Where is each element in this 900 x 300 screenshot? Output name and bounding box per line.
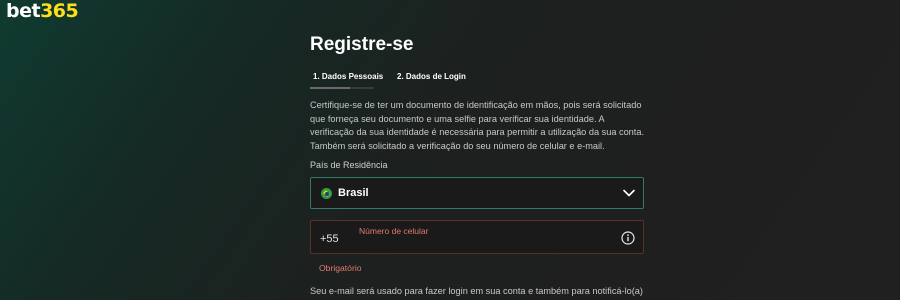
step-personal-data: 1. Dados Pessoais — [313, 72, 384, 81]
page-title: Registre-se — [310, 34, 414, 55]
logo-text-bet: bet — [6, 0, 41, 22]
step-progress-bar — [310, 87, 374, 89]
email-info-text: Seu e-mail será usado para fazer login e… — [310, 286, 643, 300]
logo-text-365: 365 — [40, 0, 79, 22]
identity-info-text: Certifique-se de ter um documento de ide… — [310, 100, 645, 151]
phone-field-label: Número de celular — [359, 226, 429, 236]
brazil-flag-icon — [321, 188, 332, 199]
phone-prefix: +55 — [320, 233, 339, 245]
bet365-logo[interactable]: bet365 — [6, 0, 79, 22]
step-indicator: 1. Dados Pessoais 2. Dados de Login — [310, 72, 644, 92]
step-login-data: 2. Dados de Login — [397, 72, 466, 81]
phone-error-message: Obrigatório — [319, 263, 362, 273]
country-select[interactable]: Brasil — [310, 177, 644, 209]
country-label: País de Residência — [310, 160, 388, 170]
phone-input[interactable]: +55 Número de celular — [310, 220, 644, 254]
country-value: Brasil — [338, 187, 369, 199]
info-icon[interactable] — [621, 231, 635, 245]
chevron-down-icon — [623, 189, 635, 197]
